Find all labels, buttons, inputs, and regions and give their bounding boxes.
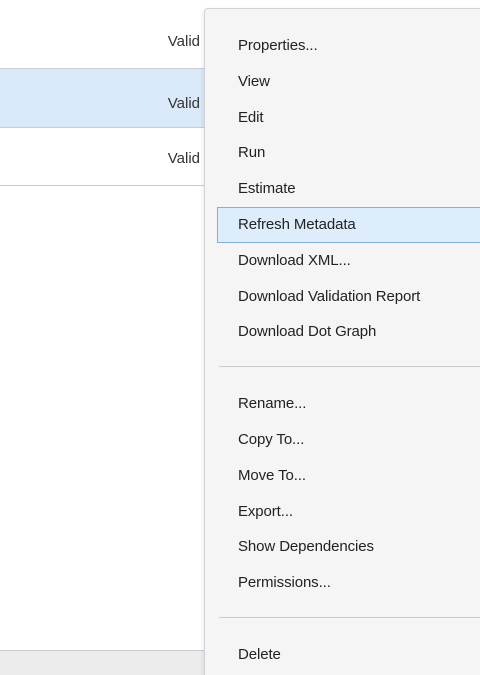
menu-item-permissions[interactable]: Permissions... — [217, 565, 480, 601]
menu-item-copy-to[interactable]: Copy To... — [217, 422, 480, 458]
menu-item-estimate[interactable]: Estimate — [217, 171, 480, 207]
menu-item-edit[interactable]: Edit — [217, 100, 480, 136]
menu-item-run[interactable]: Run — [217, 135, 480, 171]
menu-item-show-dependencies[interactable]: Show Dependencies — [217, 529, 480, 565]
context-menu: Properties... View Edit Run Estimate Ref… — [204, 8, 480, 675]
menu-separator — [219, 366, 480, 368]
menu-item-delete[interactable]: Delete — [217, 637, 480, 673]
menu-item-move-to[interactable]: Move To... — [217, 458, 480, 494]
status-cell: Valid — [167, 95, 200, 112]
menu-item-rename[interactable]: Rename... — [217, 386, 480, 422]
menu-item-download-validation-report[interactable]: Download Validation Report — [217, 279, 480, 315]
status-cell: Valid — [167, 150, 200, 167]
menu-item-refresh-metadata[interactable]: Refresh Metadata — [217, 206, 480, 243]
status-cell: Valid — [167, 33, 200, 50]
menu-item-download-dot-graph[interactable]: Download Dot Graph — [217, 314, 480, 350]
menu-item-export[interactable]: Export... — [217, 494, 480, 530]
screen: Valid Valid Valid Properties... View Edi… — [0, 0, 480, 675]
menu-item-view[interactable]: View — [217, 64, 480, 100]
menu-item-download-xml[interactable]: Download XML... — [217, 243, 480, 279]
menu-item-properties[interactable]: Properties... — [217, 28, 480, 64]
menu-separator — [219, 616, 480, 618]
